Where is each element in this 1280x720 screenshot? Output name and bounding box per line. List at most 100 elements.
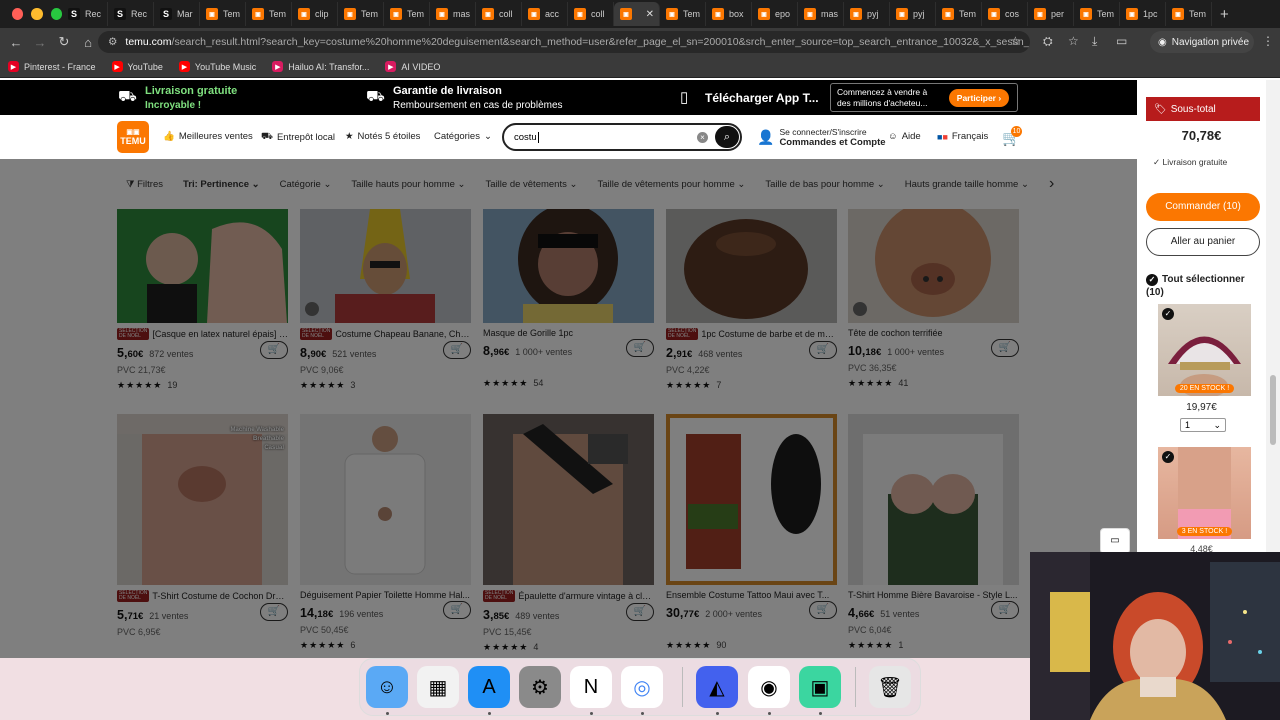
product-card[interactable]: Ensemble Costume Tattoo Maui avec T... 30… — [666, 414, 837, 651]
tab[interactable]: ▣ Tem — [1166, 2, 1212, 26]
nav-best-sellers[interactable]: 👍 Meilleures ventes — [163, 131, 253, 142]
launchpad-icon[interactable]: ▦ — [417, 666, 459, 708]
filter-dropdown[interactable]: Catégorie ⌄ — [280, 179, 332, 190]
nav-local-warehouse[interactable]: ⛟ Entrepôt local — [261, 131, 335, 143]
product-card[interactable]: Masque de Gorille 1pc 8,96€ 1 000+ ventes 🛒… — [483, 209, 654, 389]
language-selector[interactable]: ■■ Français — [937, 131, 988, 142]
checkbox-icon[interactable]: ✓ — [1146, 274, 1158, 286]
add-to-cart-button[interactable]: 🛒 — [991, 339, 1019, 357]
cast-icon[interactable]: ▭ — [1116, 34, 1127, 48]
filter-dropdown[interactable]: Taille hauts pour homme ⌄ — [351, 179, 465, 190]
product-title[interactable]: T-Shirt Homme Bière Bavaroise - Style L.… — [848, 590, 1019, 600]
product-card[interactable]: T-Shirt Homme Bière Bavaroise - Style L.… — [848, 414, 1019, 651]
trash-icon[interactable]: 🗑 — [869, 666, 911, 708]
product-title[interactable]: Tête de cochon terrifiée — [848, 328, 1019, 338]
cart-item-thumbnail[interactable]: ✓ 20 EN STOCK ! — [1158, 304, 1251, 396]
quantity-select[interactable]: 1 ⌄ — [1180, 418, 1226, 432]
tab[interactable]: ▣ coll — [568, 2, 614, 26]
product-image[interactable] — [666, 209, 837, 323]
obs-icon[interactable]: ◉ — [748, 666, 790, 708]
scrollbar-thumb[interactable] — [1270, 375, 1276, 445]
cart-item-thumbnail[interactable]: ✓ 3 EN STOCK ! — [1158, 447, 1251, 539]
temu-logo[interactable]: ▣▣ TEMU — [117, 121, 149, 153]
product-image[interactable] — [300, 209, 471, 323]
tab[interactable]: ▣ coll — [476, 2, 522, 26]
product-image[interactable] — [666, 414, 837, 585]
tab[interactable]: ▣ 1pc — [1120, 2, 1166, 26]
back-icon[interactable]: ← — [4, 35, 28, 50]
product-card[interactable]: Machine Washable Breathable Casual SÉLECT… — [117, 414, 288, 652]
go-to-cart-button[interactable]: Aller au panier — [1146, 228, 1260, 256]
tab[interactable]: ▣ pyj — [890, 2, 936, 26]
product-card[interactable]: SÉLECTION DE NOËL Épaulette d'armure vinta… — [483, 414, 654, 653]
product-image[interactable]: Machine Washable Breathable Casual — [117, 414, 288, 585]
product-card[interactable]: SÉLECTION DE NOËL 1pc Costume de barbe et … — [666, 209, 837, 391]
tab[interactable]: ▣ per — [1028, 2, 1074, 26]
tab[interactable]: S Rec — [108, 2, 154, 26]
product-image[interactable] — [483, 414, 654, 585]
product-title[interactable]: SÉLECTION DE NOËL Épaulette d'armure vinta… — [483, 590, 654, 602]
tab-active[interactable]: ▣ ✕ — [614, 2, 660, 26]
notion-icon[interactable]: N — [570, 666, 612, 708]
finder-icon[interactable]: ☺ — [366, 666, 408, 708]
nav-categories[interactable]: Catégories ⌄ — [434, 131, 492, 142]
add-to-cart-button[interactable]: 🛒 — [991, 601, 1019, 619]
chat-icon[interactable]: ▭ — [1100, 528, 1130, 554]
add-to-cart-button[interactable]: 🛒 — [443, 601, 471, 619]
add-to-cart-button[interactable]: 🛒 — [809, 601, 837, 619]
filter-dropdown[interactable]: Taille de bas pour homme ⌄ — [765, 179, 884, 190]
product-title[interactable]: SÉLECTION DE NOËL T-Shirt Costume de Cocho… — [117, 590, 288, 602]
tab[interactable]: ▣ Tem — [936, 2, 982, 26]
app-store-icon[interactable]: A — [468, 666, 510, 708]
filter-dropdown[interactable]: Taille de vêtements ⌄ — [486, 179, 578, 190]
forward-icon[interactable]: → — [28, 35, 52, 50]
address-bar[interactable]: ⚙ temu.com/search_result.html?search_key… — [98, 31, 1030, 53]
extension-icon[interactable]: ⛭ — [1043, 34, 1053, 49]
tab[interactable]: ▣ mas — [430, 2, 476, 26]
streamlabs-icon[interactable]: ▣ — [799, 666, 841, 708]
product-title[interactable]: Déguisement Papier Toilette Homme Hal... — [300, 590, 471, 600]
bookmark-item[interactable]: ▶ Hailuo AI: Transfor... — [272, 61, 369, 72]
bookmark-item[interactable]: ▶ YouTube — [111, 61, 163, 72]
tab[interactable]: ▣ Tem — [200, 2, 246, 26]
product-image[interactable] — [848, 414, 1019, 585]
tab[interactable]: ▣ acc — [522, 2, 568, 26]
tab[interactable]: ▣ Tem — [1074, 2, 1120, 26]
add-to-cart-button[interactable]: 🛒 — [443, 341, 471, 359]
product-title[interactable]: Masque de Gorille 1pc — [483, 328, 654, 338]
item-checkbox-icon[interactable]: ✓ — [1162, 451, 1174, 463]
bookmark-item[interactable]: ▶ Pinterest - France — [8, 61, 96, 72]
filter-dropdown[interactable]: Hauts grande taille homme ⌄ — [905, 179, 1029, 190]
minimize-window-button[interactable] — [31, 8, 43, 20]
filters-next-icon[interactable]: › — [1049, 175, 1054, 193]
tab[interactable]: ▣ mas — [798, 2, 844, 26]
sort-dropdown[interactable]: Tri: Pertinence ⌄ — [183, 179, 260, 190]
product-title[interactable]: Ensemble Costume Tattoo Maui avec T... — [666, 590, 837, 600]
tab[interactable]: ▣ epo — [752, 2, 798, 26]
free-shipping-title[interactable]: Livraison gratuite — [145, 84, 237, 98]
close-window-button[interactable] — [12, 8, 24, 20]
account-menu[interactable]: 👤 Se connecter/S'inscrire Commandes et Co… — [757, 127, 886, 148]
add-to-cart-button[interactable]: 🛒 — [260, 341, 288, 359]
add-to-cart-button[interactable]: 🛒 — [626, 603, 654, 621]
product-image[interactable] — [300, 414, 471, 585]
nav-five-stars[interactable]: ★ Notés 5 étoiles — [345, 131, 420, 142]
seller-banner[interactable]: Commencez à vendre à des millions d'ache… — [830, 83, 1018, 112]
product-title[interactable]: SÉLECTION DE NOËL [Casque en latex naturel… — [117, 328, 288, 340]
order-button[interactable]: Commander (10) — [1146, 193, 1260, 221]
site-info-icon[interactable]: ⚙ — [108, 36, 117, 48]
maximize-window-button[interactable] — [50, 8, 62, 20]
tab[interactable]: ▣ Tem — [660, 2, 706, 26]
add-to-cart-button[interactable]: 🛒 — [809, 341, 837, 359]
tab[interactable]: S Rec — [62, 2, 108, 26]
search-button[interactable]: ⌕ — [715, 126, 739, 148]
home-icon[interactable]: ⌂ — [76, 35, 100, 50]
download-app-link[interactable]: Télécharger App T... — [705, 91, 819, 105]
help-link[interactable]: ☺ Aide — [888, 131, 921, 142]
bookmark-item[interactable]: ▶ YouTube Music — [178, 61, 256, 72]
bookmarks-icon[interactable]: ☆ — [1068, 34, 1079, 48]
filters-button[interactable]: ⧩ Filtres — [126, 179, 163, 190]
product-card[interactable]: SÉLECTION DE NOËL Costume Chapeau Banane, … — [300, 209, 471, 391]
item-checkbox-icon[interactable]: ✓ — [1162, 308, 1174, 320]
add-to-cart-button[interactable]: 🛒 — [626, 339, 654, 357]
